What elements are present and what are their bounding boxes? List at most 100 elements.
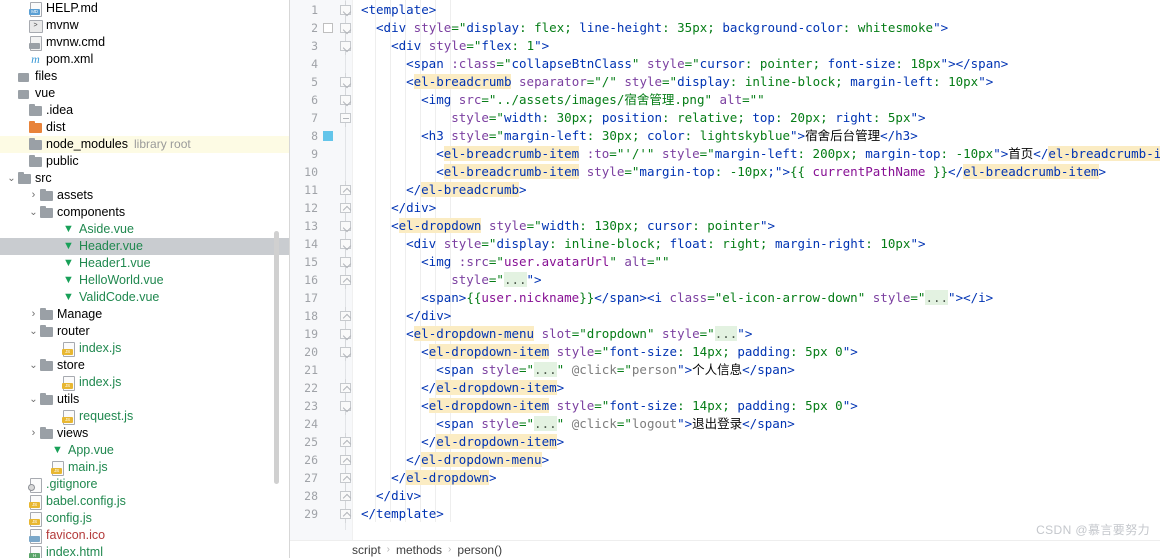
gutter-line[interactable]: 26	[290, 451, 352, 469]
code-editor[interactable]: 1 2 3 4 5 6 7 8 9 10 11 12 13 14 15 16 17 18 19 20 21 22 23 24 2…	[290, 0, 1160, 558]
code-line[interactable]: <img src="../assets/images/宿舍管理.png" alt…	[353, 91, 765, 109]
code-line[interactable]: <span style="..." @click="logout">退出登录</…	[353, 415, 795, 433]
gutter-line[interactable]: 21	[290, 361, 352, 379]
gutter-line[interactable]: 27	[290, 469, 352, 487]
fold-marker[interactable]	[340, 73, 352, 91]
project-tree-list[interactable]: MD HELP.md > mvnw mvnw.cmd m pom.xml files vue .i…	[0, 0, 290, 558]
tree-item-request-js[interactable]: JS request.js	[0, 408, 290, 425]
code-line[interactable]: <el-breadcrumb separator="/" style="disp…	[353, 73, 993, 91]
tree-item-utils[interactable]: ⌄ utils	[0, 391, 290, 408]
code-line[interactable]: <el-dropdown-item style="font-size: 14px…	[353, 397, 858, 415]
tree-item-favicon-ico[interactable]: favicon.ico	[0, 527, 290, 544]
tree-item-aside-vue[interactable]: ▼ Aside.vue	[0, 221, 290, 238]
code-line[interactable]: </el-dropdown-item>	[353, 379, 564, 397]
code-line[interactable]: <div style="display: flex; line-height: …	[353, 19, 948, 37]
fold-marker[interactable]	[340, 199, 352, 217]
gutter-line[interactable]: 13	[290, 217, 352, 235]
code-line[interactable]: </template>	[353, 505, 444, 523]
tree-item-mvnw-cmd[interactable]: mvnw.cmd	[0, 34, 290, 51]
tree-item-vue[interactable]: vue	[0, 85, 290, 102]
gutter-line[interactable]: 10	[290, 163, 352, 181]
fold-marker[interactable]	[340, 271, 352, 289]
tree-item-views[interactable]: › views	[0, 425, 290, 442]
code-line[interactable]: style="width: 30px; position: relative; …	[353, 109, 925, 127]
tree-item-store[interactable]: ⌄ store	[0, 357, 290, 374]
code-line[interactable]: <img :src="user.avatarUrl" alt=""	[353, 253, 669, 271]
gutter-line[interactable]: 28	[290, 487, 352, 505]
code-line[interactable]: </el-dropdown>	[353, 469, 496, 487]
fold-marker[interactable]	[340, 1, 352, 19]
tree-item-babel-config-js[interactable]: JS babel.config.js	[0, 493, 290, 510]
tree-item-manage[interactable]: › Manage	[0, 306, 290, 323]
gutter-line[interactable]: 20	[290, 343, 352, 361]
fold-marker[interactable]	[340, 487, 352, 505]
code-line[interactable]: <div style="display: inline-block; float…	[353, 235, 925, 253]
tree-item-pom-xml[interactable]: m pom.xml	[0, 51, 290, 68]
tree-item--gitignore[interactable]: .gitignore	[0, 476, 290, 493]
chevron-down-icon[interactable]: ⌄	[28, 326, 39, 337]
code-line[interactable]: <el-dropdown-menu slot="dropdown" style=…	[353, 325, 752, 343]
chevron-right-icon[interactable]: ›	[28, 187, 39, 204]
tree-item-main-js[interactable]: JS main.js	[0, 459, 290, 476]
sidebar-vertical-scrollbar[interactable]	[274, 231, 279, 484]
structure-breadcrumb-bar[interactable]: script › methods › person()	[290, 540, 1160, 558]
fold-marker[interactable]	[340, 37, 352, 55]
gutter-line[interactable]: 24	[290, 415, 352, 433]
tree-item-mvnw[interactable]: > mvnw	[0, 17, 290, 34]
breadcrumb-crumb-person[interactable]: person()	[457, 543, 502, 557]
gutter-line[interactable]: 19	[290, 325, 352, 343]
color-preview-swatch[interactable]	[323, 131, 333, 141]
chevron-down-icon[interactable]: ⌄	[6, 173, 17, 184]
gutter-line[interactable]: 9	[290, 145, 352, 163]
code-line[interactable]: <span :class="collapseBtnClass" style="c…	[353, 55, 1008, 73]
tree-item-index-html[interactable]: Hindex.html	[0, 544, 290, 558]
tree-item-app-vue[interactable]: ▼ App.vue	[0, 442, 290, 459]
gutter-line[interactable]: 5	[290, 73, 352, 91]
chevron-down-icon[interactable]: ⌄	[28, 394, 39, 405]
breadcrumb-crumb-methods[interactable]: methods	[396, 543, 442, 557]
tree-item-components[interactable]: ⌄ components	[0, 204, 290, 221]
gutter-line[interactable]: 17	[290, 289, 352, 307]
project-tree-sidebar[interactable]: MD HELP.md > mvnw mvnw.cmd m pom.xml files vue .i…	[0, 0, 290, 558]
code-line[interactable]: </div>	[353, 199, 436, 217]
code-line[interactable]: <el-breadcrumb-item style="margin-top: -…	[353, 163, 1106, 181]
gutter-line[interactable]: 4	[290, 55, 352, 73]
code-line[interactable]: <template>	[353, 1, 436, 19]
code-line[interactable]: <el-dropdown style="width: 130px; cursor…	[353, 217, 775, 235]
chevron-right-icon[interactable]: ›	[28, 425, 39, 442]
code-area[interactable]: <template> <div style="display: flex; lin…	[353, 0, 1160, 540]
gutter-line[interactable]: 11	[290, 181, 352, 199]
code-line[interactable]: <div style="flex: 1">	[353, 37, 549, 55]
gutter-line[interactable]: 7	[290, 109, 352, 127]
code-line[interactable]: </div>	[353, 487, 421, 505]
gutter-line[interactable]: 1	[290, 1, 352, 19]
breakpoint-placeholder-icon[interactable]	[323, 23, 333, 33]
gutter-line[interactable]: 2	[290, 19, 352, 37]
code-line[interactable]: </el-dropdown-menu>	[353, 451, 549, 469]
code-line[interactable]: <el-dropdown-item style="font-size: 14px…	[353, 343, 858, 361]
gutter-line[interactable]: 14	[290, 235, 352, 253]
tree-item-index-js[interactable]: JS index.js	[0, 374, 290, 391]
fold-marker[interactable]	[340, 505, 352, 523]
tree-item-assets[interactable]: › assets	[0, 187, 290, 204]
gutter-line[interactable]: 22	[290, 379, 352, 397]
fold-marker[interactable]	[340, 343, 352, 361]
breadcrumb-crumb-script[interactable]: script	[352, 543, 381, 557]
code-line[interactable]: <span>{{user.nickname}}</span><i class="…	[353, 289, 993, 307]
fold-marker[interactable]	[340, 451, 352, 469]
tree-item-config-js[interactable]: JS config.js	[0, 510, 290, 527]
fold-marker[interactable]	[340, 91, 352, 109]
gutter-line[interactable]: 15	[290, 253, 352, 271]
fold-marker[interactable]	[340, 325, 352, 343]
tree-item-router[interactable]: ⌄ router	[0, 323, 290, 340]
fold-marker[interactable]	[340, 235, 352, 253]
fold-marker[interactable]	[340, 109, 352, 127]
fold-marker[interactable]	[340, 217, 352, 235]
code-line[interactable]: <span style="..." @click="person">个人信息</…	[353, 361, 795, 379]
gutter-line[interactable]: 25	[290, 433, 352, 451]
tree-item-validcode-vue[interactable]: ▼ ValidCode.vue	[0, 289, 290, 306]
code-line[interactable]: <el-breadcrumb-item :to="'/'" style="mar…	[353, 145, 1160, 163]
editor-gutter[interactable]: 1 2 3 4 5 6 7 8 9 10 11 12 13 14 15 16 17 18 19 20 21 22 23 24 2…	[290, 0, 352, 540]
gutter-line[interactable]: 18	[290, 307, 352, 325]
fold-marker[interactable]	[340, 379, 352, 397]
